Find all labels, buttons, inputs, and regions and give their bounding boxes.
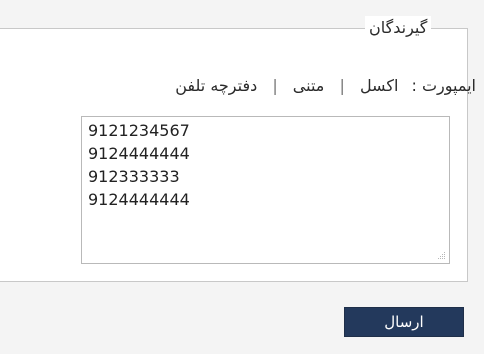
recipient-numbers-textarea[interactable] — [82, 117, 449, 263]
import-label: ایمپورت : — [411, 76, 476, 95]
recipient-numbers-box — [81, 116, 450, 264]
import-text-link[interactable]: متنی — [293, 76, 325, 95]
separator: | — [339, 76, 345, 95]
send-button[interactable]: ارسال — [344, 307, 464, 337]
import-phonebook-link[interactable]: دفترچه تلفن — [175, 76, 257, 95]
sms-recipient-form: گیرندگان ایمپورت : اکسل | متنی | دفترچه … — [0, 0, 484, 354]
recipients-legend: گیرندگان — [365, 16, 432, 40]
recipients-title: گیرندگان — [369, 18, 428, 37]
separator: | — [272, 76, 278, 95]
import-row: ایمپورت : اکسل | متنی | دفترچه تلفن — [16, 74, 476, 98]
import-excel-link[interactable]: اکسل — [360, 76, 398, 95]
